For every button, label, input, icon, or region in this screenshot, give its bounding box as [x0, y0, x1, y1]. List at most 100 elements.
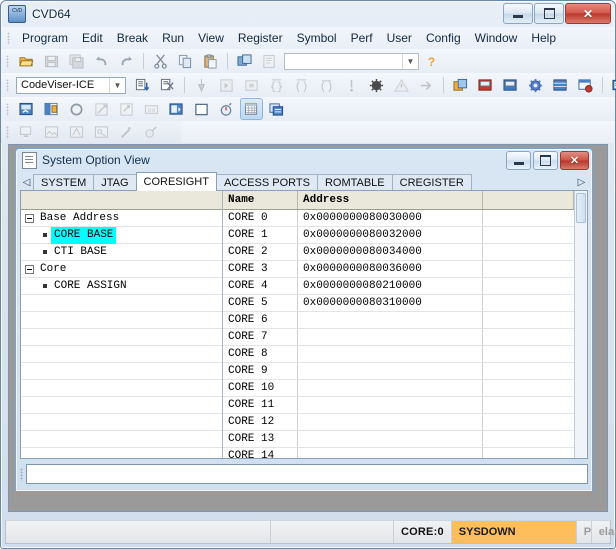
menu-run[interactable]: Run: [155, 29, 191, 47]
tree-row[interactable]: Base Address: [21, 210, 222, 227]
run-to-line-button[interactable]: [340, 74, 363, 96]
cell-extra[interactable]: [483, 227, 574, 243]
save-all-button[interactable]: [65, 50, 88, 72]
cell-address[interactable]: [298, 346, 483, 362]
column-header-address[interactable]: Address: [298, 191, 483, 209]
menu-perf[interactable]: Perf: [344, 29, 380, 47]
table-row[interactable]: CORE 5 0x0000000080310000: [223, 295, 574, 312]
arrow-right-button[interactable]: [415, 74, 438, 96]
maximize-button[interactable]: [534, 3, 564, 24]
cell-extra[interactable]: [483, 431, 574, 447]
tab-jtag[interactable]: JTAG: [93, 174, 137, 191]
tree-row-empty[interactable]: [21, 346, 222, 363]
tree-row-empty[interactable]: [21, 295, 222, 312]
refresh-button[interactable]: [65, 98, 88, 120]
probe-button[interactable]: [140, 121, 163, 143]
chevron-down-icon[interactable]: ▼: [402, 53, 418, 69]
cell-extra[interactable]: [483, 278, 574, 294]
copy-window-button[interactable]: [233, 50, 256, 72]
image3-button[interactable]: [90, 121, 113, 143]
timer-button[interactable]: [215, 98, 238, 120]
image2-button[interactable]: [65, 121, 88, 143]
cell-address[interactable]: 0x0000000080034000: [298, 244, 483, 260]
cell-extra[interactable]: [483, 414, 574, 430]
download-list-button[interactable]: [131, 74, 154, 96]
stop-button[interactable]: [240, 74, 263, 96]
cell-name[interactable]: CORE 3: [223, 261, 298, 277]
cell-address[interactable]: [298, 380, 483, 396]
value-edit-input[interactable]: [26, 464, 588, 484]
cell-name[interactable]: CORE 10: [223, 380, 298, 396]
column-header-name[interactable]: Name: [223, 191, 298, 209]
step-over-button[interactable]: (): [290, 74, 313, 96]
menu-symbol[interactable]: Symbol: [290, 29, 344, 47]
child-restore-button[interactable]: [533, 151, 558, 170]
tree-row-empty[interactable]: [21, 397, 222, 414]
paste-button[interactable]: [199, 50, 222, 72]
step-out-button[interactable]: (): [315, 74, 338, 96]
tree-row[interactable]: Core: [21, 261, 222, 278]
cell-extra[interactable]: [483, 312, 574, 328]
cell-name[interactable]: CORE 12: [223, 414, 298, 430]
scroll-right-icon[interactable]: ▷: [575, 174, 588, 191]
table-row[interactable]: CORE 4 0x0000000080210000: [223, 278, 574, 295]
target-select[interactable]: CodeViser-ICE ▼: [16, 76, 126, 94]
table-row[interactable]: CORE 12: [223, 414, 574, 431]
cell-address[interactable]: 0x0000000080310000: [298, 295, 483, 311]
cell-extra[interactable]: [483, 329, 574, 345]
trace2-button[interactable]: [499, 74, 522, 96]
cell-address[interactable]: [298, 329, 483, 345]
table-row[interactable]: CORE 11: [223, 397, 574, 414]
table-row[interactable]: CORE 6: [223, 312, 574, 329]
cell-address[interactable]: [298, 448, 483, 458]
table-row[interactable]: CORE 2 0x0000000080034000: [223, 244, 574, 261]
cell-address[interactable]: 0x0000000080032000: [298, 227, 483, 243]
cell-name[interactable]: CORE 7: [223, 329, 298, 345]
tree-row[interactable]: CORE BASE: [21, 226, 222, 244]
cut-button[interactable]: [149, 50, 172, 72]
chevron-down-icon[interactable]: ▼: [109, 77, 125, 93]
copy-button[interactable]: [174, 50, 197, 72]
terminal-button[interactable]: [608, 74, 616, 96]
cell-name[interactable]: CORE 5: [223, 295, 298, 311]
memory-button[interactable]: [40, 98, 63, 120]
scroll-left-icon[interactable]: ◁: [20, 174, 33, 191]
menu-grip[interactable]: [7, 31, 10, 45]
menu-register[interactable]: Register: [231, 29, 290, 47]
toolbar-standard-grip[interactable]: [6, 54, 9, 68]
wand-button[interactable]: [115, 121, 138, 143]
attach-button[interactable]: [190, 74, 213, 96]
step-into-button[interactable]: {}: [265, 74, 288, 96]
open-folder-button[interactable]: [15, 50, 38, 72]
column-header-extra[interactable]: [483, 191, 574, 209]
expander-minus-icon[interactable]: [25, 264, 34, 274]
menu-program[interactable]: Program: [15, 29, 75, 47]
table-row[interactable]: CORE 14: [223, 448, 574, 458]
flag-button[interactable]: [90, 98, 113, 120]
cell-name[interactable]: CORE 4: [223, 278, 298, 294]
window-button[interactable]: [190, 98, 213, 120]
properties-button[interactable]: [258, 50, 281, 72]
cell-extra[interactable]: [483, 210, 574, 226]
cell-name[interactable]: CORE 11: [223, 397, 298, 413]
expander-minus-icon[interactable]: [25, 213, 34, 223]
menu-user[interactable]: User: [380, 29, 419, 47]
cell-extra[interactable]: [483, 244, 574, 260]
save-button[interactable]: [40, 50, 63, 72]
toolbar-views-grip[interactable]: [6, 102, 9, 116]
trace-button[interactable]: [474, 74, 497, 96]
cell-name[interactable]: CORE 14: [223, 448, 298, 458]
undo-button[interactable]: [90, 50, 113, 72]
monitor-button[interactable]: [15, 121, 38, 143]
table-row[interactable]: CORE 10: [223, 380, 574, 397]
toolbar-debug-grip[interactable]: [6, 78, 9, 92]
settings-gear-button[interactable]: [524, 74, 547, 96]
analysis-button[interactable]: [15, 98, 38, 120]
tab-cregister[interactable]: CREGISTER: [391, 174, 472, 191]
tree-row[interactable]: CORE ASSIGN: [21, 278, 222, 295]
multicore-button[interactable]: [449, 74, 472, 96]
table-row[interactable]: CORE 13: [223, 431, 574, 448]
tab-access-ports[interactable]: ACCESS PORTS: [215, 174, 318, 191]
tree-row-empty[interactable]: [21, 380, 222, 397]
grid-view-button[interactable]: [549, 74, 572, 96]
